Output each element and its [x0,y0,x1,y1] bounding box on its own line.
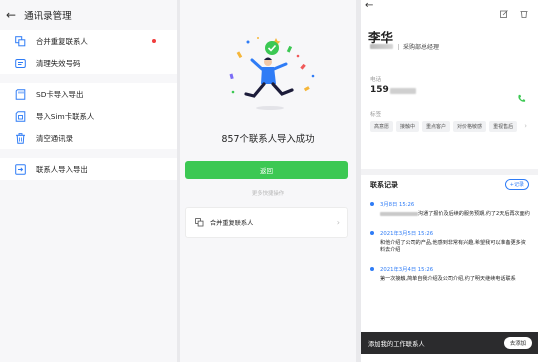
import-success-message: 857个联系人导入成功 [221,134,315,145]
menu-label: 联系人导入导出 [36,164,88,174]
page-title: 通讯录管理 [24,11,72,22]
tag-item[interactable]: 重视售后 [489,121,518,132]
more-operations-label: 更多快捷操作 [251,191,285,197]
go-add-button[interactable]: 去添加 [503,337,532,349]
import-export-icon [14,163,26,175]
redacted-company [370,44,393,49]
menu-item-clear-contacts[interactable]: 清空通讯录 [0,127,177,149]
tag-item[interactable]: 对价格敏感 [453,121,487,132]
tag-item[interactable]: 接触中 [396,121,420,132]
menu-item-merge-duplicates[interactable]: 合并重复联系人 [0,30,177,52]
card-label: 合并重复联系人 [210,220,254,227]
tag-item[interactable]: 重点客户 [422,121,451,132]
redacted-text [380,211,418,216]
chevron-right-icon: › [336,218,340,227]
menu-label: 清理失效号码 [36,58,81,68]
phone-call-icon[interactable] [517,88,526,102]
menu-item-import-export[interactable]: 联系人导入导出 [0,158,177,180]
phone-label: 电话 [370,77,382,83]
timeline-text: 第一次接触,简单自我介绍及公司介绍,约了明天继续电话联系 [380,275,516,282]
notification-dot [152,39,156,43]
divider [0,74,177,83]
header: ← 通讯录管理 [0,0,177,30]
add-record-button[interactable]: +记录 [504,179,529,190]
contact-detail-screen: ← 李华 采购部总经理 电话 159 标签 高意愿 接触中 重点客户 对价格敏感… [361,0,538,362]
sd-card-icon [14,88,26,100]
separator [398,44,399,50]
back-arrow-icon[interactable]: ← [6,9,16,21]
back-arrow-icon[interactable]: ← [365,1,373,11]
timeline-text-wrap: 沟通了报价及后续的服务预期,约了2天后再次面约 [380,211,530,219]
timeline-dot [370,266,374,271]
trash-icon [14,132,26,144]
merge-duplicates-card[interactable]: 合并重复联系人 › [185,207,348,238]
timeline-text: 和他介绍了公司的产品,他感到非常有兴趣,希望我可以准备更多资料去介绍 [380,239,526,254]
delete-icon[interactable] [520,3,528,22]
contact-timeline: 3月8日 15:26 沟通了报价及后续的服务预期,约了2天后再次面约 2021年… [370,200,530,293]
tag-list: 高意愿 接触中 重点客户 对价格敏感 重视售后 [370,121,522,132]
menu-group-1: 合并重复联系人 清理失效号码 [0,30,177,74]
timeline-time: 2021年3月4日 15:26 [380,266,434,273]
menu-item-sd-card[interactable]: SD卡导入导出 [0,83,177,105]
timeline-time: 3月8日 15:26 [380,202,415,208]
sim-card-icon [14,110,26,122]
timeline-item: 2021年3月5日 15:26 和他介绍了公司的产品,他感到非常有兴趣,希望我可… [370,229,530,255]
merge-icon [14,35,26,47]
menu-label: 合并重复联系人 [36,36,88,46]
section-divider [361,169,538,175]
add-work-contact-bar: 添加我的工作联系人 去添加 [361,332,538,354]
bottom-bar-label: 添加我的工作联系人 [368,340,425,348]
timeline-text: 沟通了报价及后续的服务预期,约了2天后再次面约 [418,211,530,217]
redacted-phone-digits [390,88,416,94]
contacts-management-screen: ← 通讯录管理 合并重复联系人 清理失效号码 SD卡导入导出 导入Sim卡联系人… [0,0,177,362]
top-bar: ← [361,0,538,18]
timeline-item: 3月8日 15:26 沟通了报价及后续的服务预期,约了2天后再次面约 [370,200,530,219]
menu-item-sim-import[interactable]: 导入Sim卡联系人 [0,105,177,127]
divider [0,149,177,158]
tags-label: 标签 [370,112,382,118]
menu-label: SD卡导入导出 [36,89,84,99]
edit-icon[interactable] [500,3,508,22]
phone-number[interactable]: 159 [370,85,389,95]
menu-group-3: 联系人导入导出 [0,158,177,180]
return-button[interactable]: 返回 [185,161,348,179]
tag-item[interactable]: 高意愿 [370,121,394,132]
menu-label: 导入Sim卡联系人 [36,111,95,121]
timeline-time: 2021年3月5日 15:26 [380,230,434,237]
menu-label: 清空通讯录 [36,133,73,143]
success-illustration [229,37,315,110]
import-success-screen: 857个联系人导入成功 返回 更多快捷操作 合并重复联系人 › [180,0,356,362]
contact-position: 采购部总经理 [403,44,440,51]
timeline-dot [370,230,374,235]
clean-icon [14,57,26,69]
merge-icon [194,218,204,228]
top-actions [500,3,528,22]
timeline-dot [370,202,374,206]
menu-group-2: SD卡导入导出 导入Sim卡联系人 清空通讯录 [0,83,177,149]
timeline-item: 2021年3月4日 15:26 第一次接触,简单自我介绍及公司介绍,约了明天继续… [370,265,530,284]
menu-item-clean-invalid[interactable]: 清理失效号码 [0,52,177,74]
chevron-right-icon[interactable]: › [524,122,527,130]
records-title: 联系记录 [370,181,398,189]
